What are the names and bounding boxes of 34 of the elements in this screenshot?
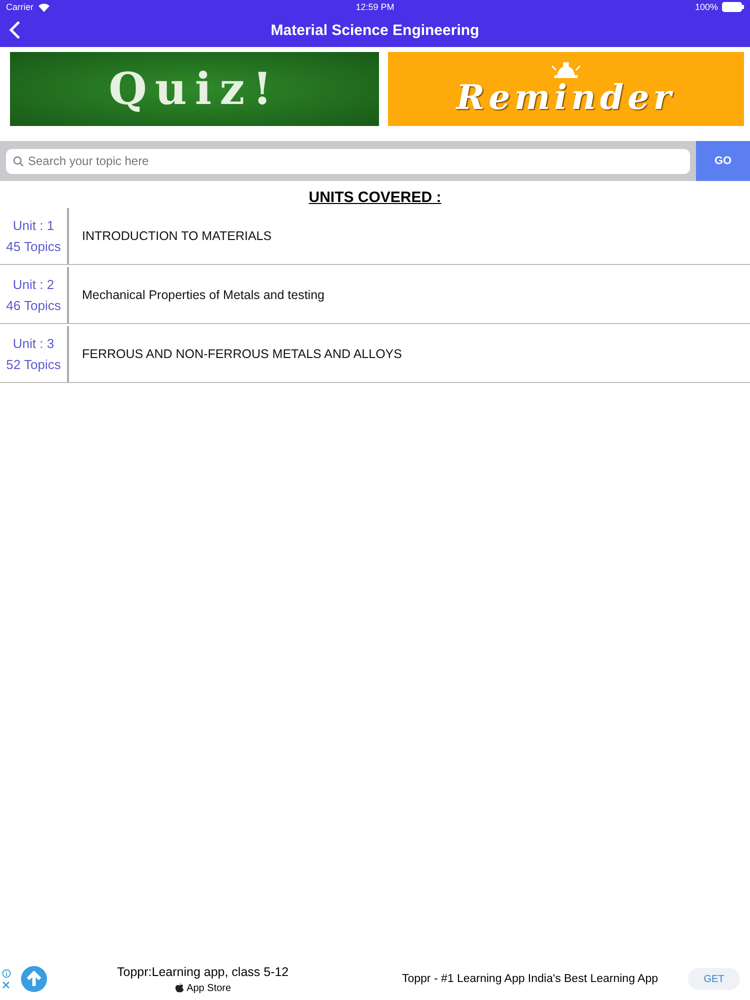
bell-icon xyxy=(548,60,583,78)
unit-row[interactable]: Unit : 2 46 Topics Mechanical Properties of Metals and testing xyxy=(0,267,750,324)
get-button[interactable]: GET xyxy=(688,968,740,990)
wifi-icon xyxy=(38,2,50,12)
arrow-up-icon xyxy=(21,966,47,992)
unit-number: Unit : 2 xyxy=(12,277,54,292)
back-icon[interactable] xyxy=(9,21,21,39)
unit-title: FERROUS AND NON-FERROUS METALS AND ALLOYS xyxy=(81,347,402,361)
info-icon[interactable] xyxy=(2,969,11,978)
ad-title: Toppr:Learning app, class 5-12 xyxy=(117,964,289,978)
close-icon[interactable] xyxy=(2,981,10,989)
apple-icon xyxy=(174,983,184,993)
unit-row[interactable]: Unit : 3 52 Topics FERROUS AND NON-FERROUS METALS AND ALLOYS xyxy=(0,326,750,383)
unit-row[interactable]: Unit : 1 45 Topics INTRODUCTION TO MATERIALS xyxy=(0,208,750,265)
topic-count: 45 Topics xyxy=(6,239,61,254)
ad-tagline: Toppr - #1 Learning App India's Best Learning App xyxy=(402,973,658,985)
section-heading: UNITS COVERED : xyxy=(308,189,442,206)
go-button[interactable]: GO xyxy=(696,141,750,181)
unit-number: Unit : 1 xyxy=(12,218,54,233)
store-label: App Store xyxy=(186,982,232,994)
unit-title: INTRODUCTION TO MATERIALS xyxy=(81,229,272,243)
topic-count: 46 Topics xyxy=(6,298,61,313)
topic-count: 52 Topics xyxy=(6,357,61,372)
quiz-banner[interactable]: Quiz! xyxy=(10,52,378,126)
search-field[interactable]: Search your topic here xyxy=(6,148,690,174)
battery-percent: 100% xyxy=(694,2,718,12)
status-time: 12:59 PM xyxy=(356,2,394,12)
unit-number: Unit : 3 xyxy=(12,336,54,351)
carrier-label: Carrier xyxy=(6,2,34,12)
search-icon xyxy=(13,156,24,166)
nav-title: Material Science Engineering xyxy=(270,22,480,39)
battery-icon xyxy=(722,2,744,12)
unit-title: Mechanical Properties of Metals and testing xyxy=(81,288,324,302)
reminder-label: Reminder xyxy=(456,78,676,118)
